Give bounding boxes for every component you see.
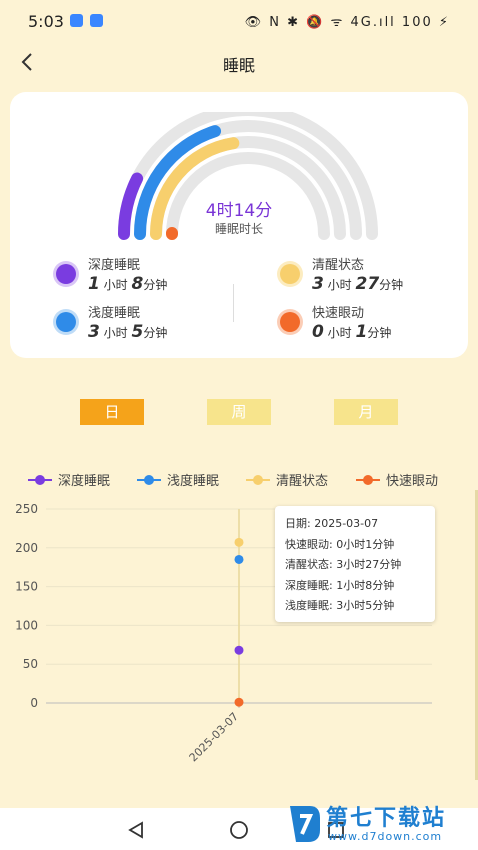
status-indicators: 👁 N ✱ 🔕 ᯤ 4G.ıll 100 ⚡	[244, 15, 450, 30]
legend-awake-name: 清醒状态	[312, 258, 365, 273]
watermark-title: 第七下载站	[326, 806, 447, 831]
rem-point[interactable]	[234, 697, 244, 707]
legend-light-sleep-name: 浅度睡眠	[88, 306, 141, 321]
legend-deep-sleep-name: 深度睡眠	[88, 258, 141, 273]
d7-logo-icon	[290, 806, 320, 842]
watermark: 第七下载站 www.d7down.com	[282, 800, 478, 850]
y-tick-label: 250	[15, 502, 38, 516]
awake-point[interactable]	[234, 537, 244, 547]
summary-card: 4时14分 睡眠时长 深度睡眠 1 小时 8分钟 浅度睡眠 3 小时 5分钟 清…	[10, 92, 468, 358]
notification-chat-icon	[90, 14, 103, 27]
tooltip-deep: 深度睡眠: 1小时8分钟	[285, 578, 395, 592]
total-sleep-value: 4时14分	[205, 201, 273, 221]
legend-light-sleep-value: 3 小时 5分钟	[88, 322, 168, 342]
legend-rem-name: 快速眼动	[312, 306, 365, 321]
tab-month[interactable]: 月	[334, 399, 398, 425]
legend-rem-value: 0 小时 1分钟	[312, 322, 392, 342]
watermark-url: www.d7down.com	[328, 830, 443, 843]
legend-awake-value: 3 小时 27分钟	[312, 274, 404, 294]
status-time: 5:03	[28, 12, 64, 31]
deep-sleep-dot	[56, 264, 76, 284]
legend-deep-sleep-value: 1 小时 8分钟	[88, 274, 168, 294]
light-sleep-point[interactable]	[234, 554, 244, 564]
tab-week[interactable]: 周	[207, 399, 271, 425]
y-tick-label: 100	[15, 618, 38, 632]
chart-tooltip: 日期: 2025-03-07 快速眼动: 0小时1分钟 清醒状态: 3小时27分…	[275, 506, 435, 622]
x-tick-label: 2025-03-07	[187, 710, 241, 764]
deep-sleep-point[interactable]	[234, 645, 244, 655]
circle-home-icon[interactable]	[229, 820, 249, 840]
total-sleep-label: 睡眠时长	[214, 222, 263, 236]
y-tick-label: 50	[23, 657, 38, 671]
y-tick-label: 150	[15, 580, 38, 594]
tooltip-rem: 快速眼动: 0小时1分钟	[285, 537, 395, 551]
y-tick-label: 0	[30, 696, 38, 710]
status-bar: 5:03 👁 N ✱ 🔕 ᯤ 4G.ıll 100 ⚡	[0, 0, 478, 42]
rem-dot	[280, 312, 300, 332]
y-tick-label: 200	[15, 541, 38, 555]
tooltip-awake: 清醒状态: 3小时27分钟	[285, 558, 402, 571]
tooltip-date: 日期: 2025-03-07	[285, 517, 379, 530]
awake-dot	[280, 264, 300, 284]
legend-divider	[233, 284, 234, 322]
tab-day[interactable]: 日	[80, 399, 144, 425]
nav-bar: 睡眠	[0, 42, 478, 82]
light-sleep-dot	[56, 312, 76, 332]
notification-app-icon	[70, 14, 83, 27]
triangle-back-icon[interactable]	[126, 820, 146, 840]
page-title: 睡眠	[222, 56, 255, 75]
tooltip-light: 浅度睡眠: 3小时5分钟	[285, 599, 395, 612]
